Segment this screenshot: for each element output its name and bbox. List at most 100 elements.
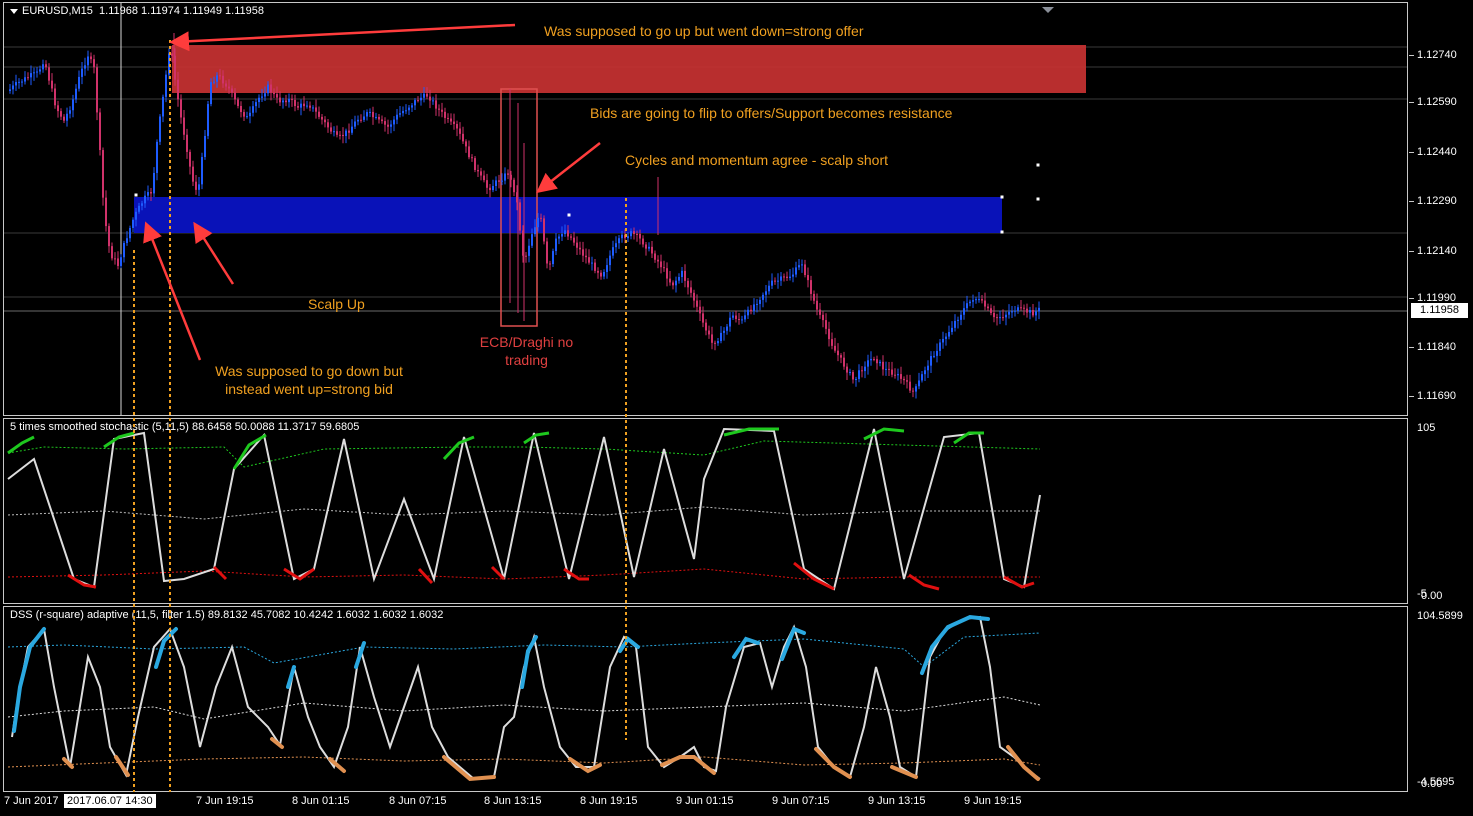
annotation-scalp-up: Scalp Up [308, 296, 365, 312]
marker-dot [567, 213, 571, 217]
candle-body [576, 242, 578, 248]
candle-body [1032, 309, 1034, 316]
dss-oversold-segment [114, 755, 130, 777]
price-tick-label: 1.12740 [1417, 49, 1457, 61]
candle-body [816, 300, 818, 310]
candle-body [570, 236, 572, 238]
candle-body [117, 258, 119, 266]
candle-body [423, 93, 425, 98]
stochastic-panel[interactable]: 5 times smoothed stochastic (5,11,5) 88.… [3, 418, 1408, 604]
candle-body [951, 327, 953, 332]
stochastic-oversold-segment [283, 567, 315, 581]
price-tick-label: 1.11840 [1417, 341, 1456, 353]
dss-overbought-segment [520, 635, 538, 689]
time-axis[interactable]: 9 Jun 19:15 9 Jun 13:15 9 Jun 07:15 9 Jun 0… [0, 792, 1473, 816]
candle-body [351, 126, 353, 133]
candle-body [498, 180, 500, 182]
candle-body [753, 304, 755, 312]
stochastic-axis-top: 105 [1417, 422, 1436, 434]
current-price-label: 1.11958 [1411, 303, 1468, 318]
candle-body [960, 314, 962, 320]
annotation-strong-bid: Was supposed to go down but instead went… [194, 362, 424, 398]
candle-body [399, 113, 401, 115]
candle-body [39, 69, 41, 72]
candle-body [324, 119, 326, 123]
candle-body [660, 261, 662, 268]
candle-body [33, 72, 35, 74]
candle-body [327, 122, 329, 128]
candle-body [705, 322, 707, 331]
candle-body [786, 276, 788, 278]
candle-body [852, 372, 854, 380]
candle-body [441, 109, 443, 112]
candle-body [918, 380, 920, 387]
candle-body [369, 111, 371, 113]
price-tick [1409, 102, 1414, 103]
ohlc-values: 1.11968 1.11974 1.11949 1.11958 [99, 5, 264, 17]
candle-body [1038, 307, 1040, 312]
candle-body [456, 124, 458, 129]
candle-body [426, 93, 428, 97]
candle-body [990, 308, 992, 313]
candle-body [894, 374, 896, 376]
candle-body [468, 146, 470, 158]
candle-body [693, 292, 695, 301]
candle-body [663, 267, 665, 269]
dss-panel[interactable]: DSS (r-square) adaptive (11,5, filter 1.… [3, 606, 1408, 792]
candle-body [537, 217, 539, 228]
candle-body [219, 75, 221, 77]
candle-body [657, 259, 659, 262]
candle-body [306, 105, 308, 107]
candle-body [78, 76, 80, 89]
candle-body [381, 119, 383, 122]
chart-shift-marker-icon[interactable] [1042, 7, 1054, 13]
candle-body [372, 111, 374, 118]
candle-body [822, 314, 824, 321]
candle-body [840, 355, 842, 358]
stochastic-axis-zero: 0.00 [1421, 590, 1443, 602]
candle-body [24, 77, 26, 82]
candle-body [846, 366, 848, 373]
candle-body [240, 105, 242, 113]
dropdown-arrow-icon[interactable] [10, 8, 18, 14]
price-axis[interactable]: 1.12740 1.12590 1.12440 1.12290 1.12140 1.119… [1409, 2, 1473, 416]
candle-body [930, 356, 932, 366]
candle-body [600, 272, 602, 277]
candle-body [387, 124, 389, 127]
candle-body [618, 238, 620, 244]
candle-body [966, 303, 968, 309]
price-chart-panel[interactable]: EURUSD,M15 1.11968 1.11974 1.11949 1.119… [3, 2, 1408, 416]
candle-body [708, 330, 710, 335]
candle-body [771, 280, 773, 286]
annotation-bid-line-2: instead went up=strong bid [225, 381, 393, 397]
candle-body [132, 219, 134, 228]
candle-body [333, 131, 335, 133]
candle-body [147, 192, 149, 196]
candle-body [885, 368, 887, 370]
candle-body [339, 134, 341, 136]
candle-body [159, 116, 161, 142]
candle-body [492, 185, 494, 191]
candle-body [345, 130, 347, 137]
candle-body [768, 285, 770, 292]
candle-body [909, 381, 911, 391]
candle-body [828, 328, 830, 340]
candle-body [111, 246, 113, 259]
candle-body [606, 265, 608, 272]
candle-body [843, 357, 845, 367]
candle-body [720, 332, 722, 342]
candle-body [90, 56, 92, 60]
candle-body [936, 350, 938, 356]
candle-body [804, 264, 806, 276]
candle-body [18, 81, 20, 83]
candle-body [555, 238, 557, 252]
candle-body [897, 374, 899, 376]
candle-body [531, 234, 533, 246]
candle-body [462, 133, 464, 142]
marker-dot [1000, 230, 1004, 234]
candle-body [405, 110, 407, 112]
candle-body [975, 299, 977, 301]
candle-body [807, 275, 809, 281]
candle-body [723, 330, 725, 333]
time-tick-label: 9 Jun 19:15 [964, 795, 1022, 807]
